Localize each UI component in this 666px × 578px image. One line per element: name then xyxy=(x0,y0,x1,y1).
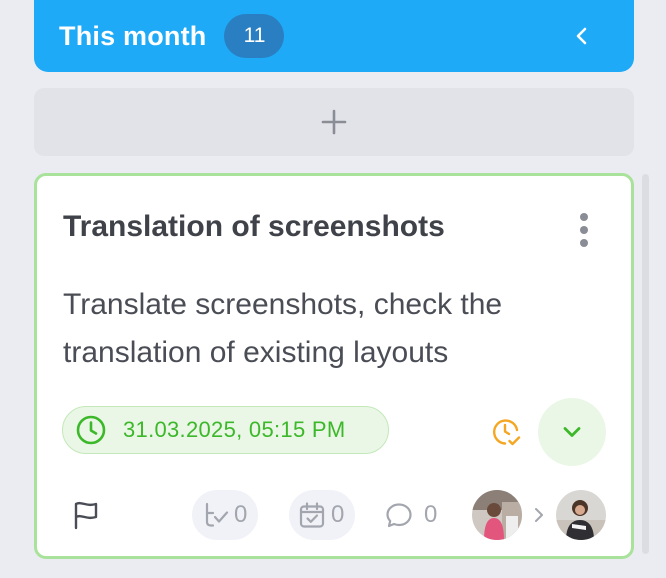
subtasks-count: 0 xyxy=(234,501,248,528)
due-date-badge[interactable]: 31.03.2025, 05:15 PM xyxy=(62,406,389,454)
assignee-avatar-image xyxy=(556,490,606,540)
chevron-down-icon xyxy=(563,427,581,437)
more-vertical-icon xyxy=(580,213,588,221)
calendar-check-icon xyxy=(299,502,325,528)
flag-icon[interactable] xyxy=(70,499,102,531)
events-count: 0 xyxy=(331,501,345,528)
assignee-avatar[interactable] xyxy=(556,490,606,540)
author-avatar[interactable] xyxy=(472,490,522,540)
task-title: Translation of screenshots xyxy=(63,210,445,243)
due-date-text: 31.03.2025, 05:15 PM xyxy=(123,417,346,442)
task-description: Translate screenshots, check the transla… xyxy=(63,288,503,369)
task-card[interactable]: Translation of screenshots Translate scr… xyxy=(34,173,634,559)
clock-icon xyxy=(76,415,106,445)
subtasks-icon xyxy=(205,502,229,527)
task-count-badge: 11 xyxy=(224,14,285,58)
chevron-left-icon xyxy=(576,27,587,45)
events-counter[interactable]: 0 xyxy=(289,490,355,540)
plus-icon xyxy=(321,109,347,135)
collapse-column-button[interactable] xyxy=(570,24,594,48)
add-task-button[interactable] xyxy=(34,88,634,156)
more-options-button[interactable] xyxy=(572,210,596,250)
clock-check-icon xyxy=(493,419,521,446)
column-title: This month xyxy=(59,20,207,51)
column-header: This month 11 xyxy=(34,0,634,72)
author-avatar-image xyxy=(472,490,522,540)
subtasks-counter[interactable]: 0 xyxy=(192,490,258,540)
chevron-right-icon xyxy=(535,508,543,522)
comments-counter[interactable]: 0 xyxy=(384,490,444,540)
scrollbar[interactable] xyxy=(642,174,649,554)
comment-icon xyxy=(386,503,412,528)
comments-count: 0 xyxy=(424,501,438,528)
expand-task-button[interactable] xyxy=(538,398,606,466)
